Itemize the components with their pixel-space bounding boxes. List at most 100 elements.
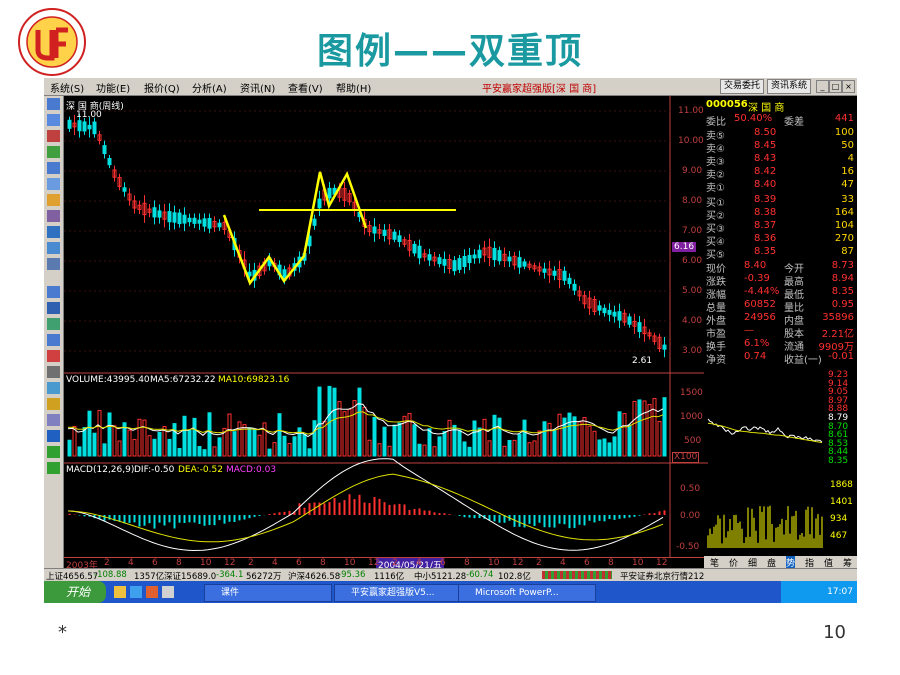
volume-bar [612,436,617,457]
menu-info[interactable]: 资讯(N) [240,80,275,95]
window-title: 平安赢家超强版[深 国 商] [482,84,597,95]
tool-kline-icon[interactable] [47,130,60,142]
tool-list-icon[interactable] [47,114,60,126]
volume-bar [217,437,222,457]
volume-bar [602,438,607,457]
tool-chart-icon[interactable] [47,98,60,110]
candle-body [172,212,177,223]
candle-body [417,245,422,259]
menu-system[interactable]: 系统(S) [50,80,84,95]
task-trading-app[interactable]: 平安赢家超强版V5... [334,584,462,602]
intraday-mini-chart[interactable]: 9.23 9.14 9.05 8.97 8.88 8.79 8.70 8.61 8.53 8.44… [706,370,857,550]
volume-bar [587,425,592,457]
xaxis-tick-label: 6 [296,558,302,568]
menu-analysis[interactable]: 分析(A) [192,80,227,95]
volume-bar [142,419,147,457]
tool-trend-icon[interactable] [47,286,60,298]
close-icon[interactable]: × [842,80,855,93]
quicklaunch-icon[interactable] [146,586,158,598]
quicklaunch-icon[interactable] [162,586,174,598]
sell-level-row[interactable]: 卖⑤ 8.50 100 [704,127,857,142]
tool-split-icon[interactable] [47,382,60,394]
info-system-button[interactable]: 资讯系统 [767,79,812,94]
tool-calc-icon[interactable] [47,334,60,346]
quicklaunch-icon[interactable] [130,586,142,598]
tool-dollar-icon[interactable] [47,350,60,362]
tool-up-arrow-icon[interactable] [47,446,60,458]
start-button[interactable]: 开始 [44,581,106,603]
tool-pencil-icon[interactable] [47,398,60,410]
tool-move-icon[interactable] [47,430,60,442]
sell-level-row[interactable]: 卖④ 8.45 50 [704,140,857,155]
volume-bar [372,416,377,457]
tool-folder-icon[interactable] [47,194,60,206]
menu-function[interactable]: 功能(E) [96,80,130,95]
stat-row: 涨幅 -4.44% 最低 8.35 [704,286,857,301]
volume-bar [472,420,477,457]
low-price-label: 2.61 [632,356,653,366]
trade-button[interactable]: 交易委托 [720,79,765,94]
volume-bar [462,441,467,457]
buy-level-row[interactable]: 买③ 8.37 104 [704,220,857,235]
trading-app-window: 系统(S) 功能(E) 报价(Q) 分析(A) 资讯(N) 查看(V) 帮助(H… [44,78,857,603]
menu-view[interactable]: 查看(V) [288,80,323,95]
buy-level-row[interactable]: 买⑤ 8.35 87 [704,246,857,261]
volume-bar [302,433,307,457]
sell-level-row[interactable]: 卖③ 8.43 4 [704,153,857,168]
level-volume: 33 [841,194,854,205]
tool-link-icon[interactable] [47,366,60,378]
tool-bar-icon[interactable] [47,146,60,158]
volume-bar [97,410,102,457]
volume-bar [67,439,72,457]
order-diff-value: 441 [834,113,854,124]
buy-level-row[interactable]: 买① 8.39 33 [704,194,857,209]
level-price: 8.43 [754,153,777,164]
tool-window-icon[interactable] [47,178,60,190]
volume-bar [447,419,452,457]
level-volume: 104 [834,220,854,231]
volume-bar [622,413,627,457]
sell-level-row[interactable]: 卖① 8.40 47 [704,179,857,194]
stat-row: 净资 0.74 收益(一) -0.01 [704,351,857,366]
level-price: 8.40 [754,179,777,190]
tool-zoom-icon[interactable] [47,414,60,426]
tool-users-icon[interactable] [47,210,60,222]
stock-title-row: 000056 深 国 商 [704,99,857,114]
menu-help[interactable]: 帮助(H) [336,80,371,95]
tool-f10-icon[interactable] [47,302,60,314]
xaxis-tick-label: 10 [632,558,644,568]
macd-axis-label: -0.50 [676,542,700,552]
sell-level-row[interactable]: 卖② 8.42 16 [704,166,857,181]
tool-down-arrow-icon[interactable] [47,462,60,474]
maximize-icon[interactable]: □ [829,80,842,93]
level-price: 8.50 [754,127,777,138]
volume-bar [212,446,217,457]
candle-body [372,226,377,234]
level-volume: 50 [841,140,854,151]
volume-bar [107,412,112,457]
tool-monitor-icon[interactable] [47,318,60,330]
task-powerpoint[interactable]: Microsoft PowerP... [458,584,596,602]
quicklaunch-icon[interactable] [114,586,126,598]
tool-news-icon[interactable] [47,226,60,238]
candle-body [497,250,502,262]
volume-bar [457,429,462,457]
xaxis-tick-label: 4 [128,558,134,568]
system-tray: 17:07 [781,581,857,603]
volume-bar [172,423,177,457]
kline-chart-area[interactable]: 深 国 商(周线) 11.00 2.61 11.00 10.00 9.00 8.… [64,96,708,571]
volume-bar [367,439,372,457]
tool-report-icon[interactable] [47,258,60,270]
buy-level-row[interactable]: 买② 8.38 164 [704,207,857,222]
minimize-icon[interactable]: _ [816,80,829,93]
level-volume: 270 [834,233,854,244]
volume-bar [572,416,577,457]
volume-bar [257,434,262,457]
buy-level-row[interactable]: 买④ 8.36 270 [704,233,857,248]
menu-quote[interactable]: 报价(Q) [144,80,180,95]
tool-grid-icon[interactable] [47,162,60,174]
task-folder[interactable]: 课件 [204,584,332,602]
volume-bar [582,417,587,457]
tool-table-icon[interactable] [47,242,60,254]
level-price: 8.36 [754,233,777,244]
